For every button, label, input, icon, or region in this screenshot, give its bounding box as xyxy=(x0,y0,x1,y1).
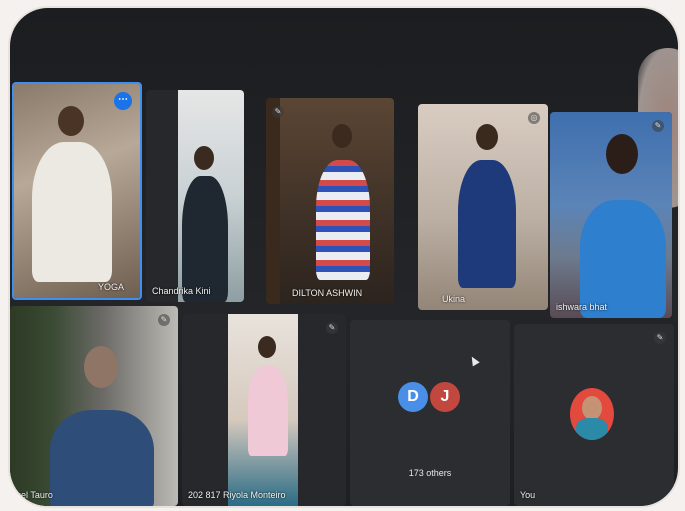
mouse-cursor-icon xyxy=(468,354,480,367)
participant-name: Chandrika Kini xyxy=(152,286,211,296)
pin-icon[interactable]: ✎ xyxy=(272,106,284,118)
participant-figure xyxy=(182,176,228,302)
participant-figure xyxy=(580,200,666,318)
participant-name: You xyxy=(520,490,536,500)
self-tile[interactable]: ✎ You xyxy=(514,324,674,506)
participant-tile-tauro[interactable]: ✎ uel Tauro xyxy=(10,306,178,506)
participant-name: ishwara bhat xyxy=(556,302,608,312)
pin-icon[interactable]: ◎ xyxy=(528,112,540,124)
others-tile[interactable]: D J 173 others xyxy=(350,320,510,506)
participant-tile-chandrika[interactable]: Chandrika Kini xyxy=(146,90,244,302)
participant-figure xyxy=(50,410,154,506)
participant-tile-ukina[interactable]: ◎ Ukina xyxy=(418,104,548,310)
participant-figure xyxy=(58,106,84,136)
self-avatar xyxy=(570,388,614,440)
pin-icon[interactable]: ✎ xyxy=(326,322,338,334)
participant-name: 202 817 Riyola Monteiro xyxy=(188,490,286,500)
others-avatar-j: J xyxy=(430,382,460,412)
participant-figure xyxy=(316,160,370,280)
more-options-icon[interactable]: ⋯ xyxy=(114,92,132,110)
meeting-screen: ⋯ YOGA Chandrika Kini ✎ DILTON ASHWIN ◎ … xyxy=(10,8,678,506)
participant-figure xyxy=(258,336,276,358)
pin-icon[interactable]: ✎ xyxy=(158,314,170,326)
participant-figure xyxy=(84,346,118,388)
participant-figure xyxy=(32,142,112,282)
participant-figure xyxy=(194,146,214,170)
participant-name: YOGA xyxy=(98,282,125,292)
participant-tile-ishwara[interactable]: ✎ ishwara bhat xyxy=(550,112,672,318)
participant-name: Ukina xyxy=(442,294,466,304)
participant-name: DILTON ASHWIN xyxy=(292,288,363,298)
participant-figure xyxy=(476,124,498,150)
participant-tile-yoga[interactable]: ⋯ YOGA xyxy=(12,82,142,300)
participant-tile-riyola[interactable]: ✎ 202 817 Riyola Monteiro xyxy=(182,314,346,506)
others-avatar-d: D xyxy=(398,382,428,412)
others-count: 173 others xyxy=(408,468,452,478)
participant-figure xyxy=(332,124,352,148)
participant-figure xyxy=(248,366,288,456)
participant-figure xyxy=(458,160,516,288)
pin-icon[interactable]: ✎ xyxy=(654,332,666,344)
pin-icon[interactable]: ✎ xyxy=(652,120,664,132)
participant-figure xyxy=(606,134,638,174)
participant-name: uel Tauro xyxy=(16,490,53,500)
participant-tile-dilton[interactable]: ✎ DILTON ASHWIN xyxy=(266,98,394,304)
